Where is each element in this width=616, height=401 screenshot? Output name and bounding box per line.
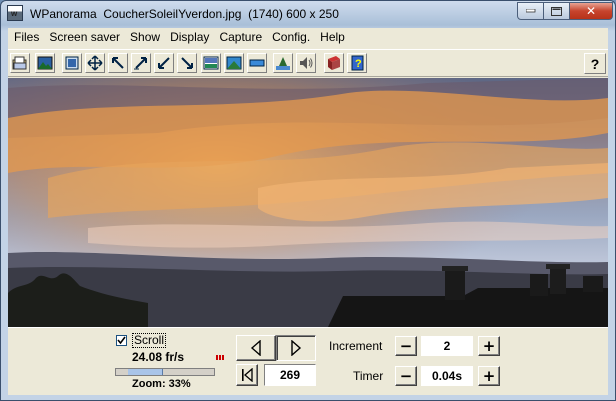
timer-field[interactable]: 0.04s <box>421 366 473 386</box>
display-wide-icon <box>226 56 242 70</box>
close-icon: ✕ <box>585 4 597 18</box>
sunset-panorama <box>8 78 608 327</box>
arrow-se-button[interactable] <box>177 53 197 73</box>
scroll-left-button[interactable] <box>236 335 276 361</box>
title-bar[interactable]: w WPanorama CoucherSoleilYverdon.jpg (17… <box>1 1 615 27</box>
zoom-slider-thumb[interactable] <box>128 369 163 375</box>
open-file-button[interactable] <box>10 53 30 73</box>
position-field[interactable]: 269 <box>264 364 316 386</box>
minus-icon: − <box>399 336 413 355</box>
speed-indicator-icon <box>216 355 224 360</box>
app-icon[interactable]: w <box>7 5 23 21</box>
arrow-se-icon <box>181 57 193 69</box>
skip-to-start-icon <box>242 368 253 382</box>
display-band-button[interactable] <box>247 53 267 73</box>
menu-config[interactable]: Config. <box>267 28 315 47</box>
display-band-icon <box>249 59 265 67</box>
sound-icon <box>300 57 313 69</box>
zoom-slider[interactable] <box>115 368 215 376</box>
arrow-ne-icon <box>134 57 147 70</box>
plus-icon: + <box>482 366 496 385</box>
scroll-right-button[interactable] <box>276 335 316 361</box>
scroll-checkbox[interactable] <box>116 335 127 346</box>
increment-increase-button[interactable]: + <box>478 336 500 356</box>
close-button[interactable]: ✕ <box>569 2 613 20</box>
display-wide-button[interactable] <box>224 53 244 73</box>
menu-screen-saver[interactable]: Screen saver <box>44 28 125 47</box>
arrow-ne-button[interactable] <box>131 53 151 73</box>
help-icon: ? <box>590 55 600 72</box>
arrow-sw-button[interactable] <box>154 53 174 73</box>
landscape-icon <box>276 57 290 70</box>
menu-bar: Files Screen saver Show Display Capture … <box>8 28 608 47</box>
zoom-readout: Zoom: 33% <box>132 378 191 390</box>
menu-display[interactable]: Display <box>165 28 214 47</box>
display-gradient-icon <box>203 56 219 70</box>
display-gradient-button[interactable] <box>201 53 221 73</box>
help-book-button[interactable]: ? <box>347 53 367 73</box>
menu-help[interactable]: Help <box>315 28 350 47</box>
maximize-button[interactable] <box>543 2 570 20</box>
book-button[interactable] <box>324 53 344 73</box>
arrow-nw-icon <box>112 57 124 69</box>
app-window: w WPanorama CoucherSoleilYverdon.jpg (17… <box>0 0 616 401</box>
fullscreen-button[interactable] <box>62 53 82 73</box>
menu-capture[interactable]: Capture <box>214 28 267 47</box>
timer-decrease-button[interactable]: − <box>395 366 417 386</box>
increment-field[interactable]: 2 <box>421 336 473 356</box>
help-button[interactable]: ? <box>584 53 606 74</box>
svg-text:?: ? <box>355 58 362 70</box>
window-title: WPanorama CoucherSoleilYverdon.jpg (1740… <box>30 7 339 21</box>
increment-label: Increment <box>329 339 383 353</box>
go-to-start-button[interactable] <box>236 364 258 386</box>
picture-icon <box>37 56 53 70</box>
maximize-icon <box>551 6 562 16</box>
toolbar: ? ? <box>8 49 608 77</box>
landscape-button[interactable] <box>273 53 293 73</box>
fullscreen-icon <box>65 56 79 70</box>
checkmark-icon <box>117 336 126 345</box>
picture-button[interactable] <box>35 53 55 73</box>
arrow-nw-button[interactable] <box>108 53 128 73</box>
frame-rate-readout: 24.08 fr/s <box>132 350 185 364</box>
plus-icon: + <box>482 336 496 355</box>
menu-files[interactable]: Files <box>8 28 44 47</box>
open-file-icon <box>12 56 27 70</box>
minimize-button[interactable] <box>517 2 544 20</box>
minimize-icon <box>525 9 535 13</box>
book-icon <box>328 56 340 70</box>
timer-label: Timer <box>353 369 384 383</box>
resize-arrows-icon <box>87 55 103 71</box>
minus-icon: − <box>399 366 413 385</box>
client-area: Files Screen saver Show Display Capture … <box>8 28 608 395</box>
increment-decrease-button[interactable]: − <box>395 336 417 356</box>
arrow-sw-icon <box>158 57 170 69</box>
triangle-right-icon <box>291 340 302 356</box>
scroll-label[interactable]: Scroll <box>132 333 167 348</box>
help-book-icon: ? <box>351 55 364 71</box>
timer-increase-button[interactable]: + <box>478 366 500 386</box>
panorama-image[interactable] <box>8 78 608 327</box>
control-panel: Scroll 24.08 fr/s Zoom: 33% 269 Incremen… <box>8 327 608 395</box>
sound-button[interactable] <box>296 53 316 73</box>
triangle-left-icon <box>250 340 261 356</box>
resize-arrows-button[interactable] <box>85 53 105 73</box>
menu-show[interactable]: Show <box>125 28 165 47</box>
